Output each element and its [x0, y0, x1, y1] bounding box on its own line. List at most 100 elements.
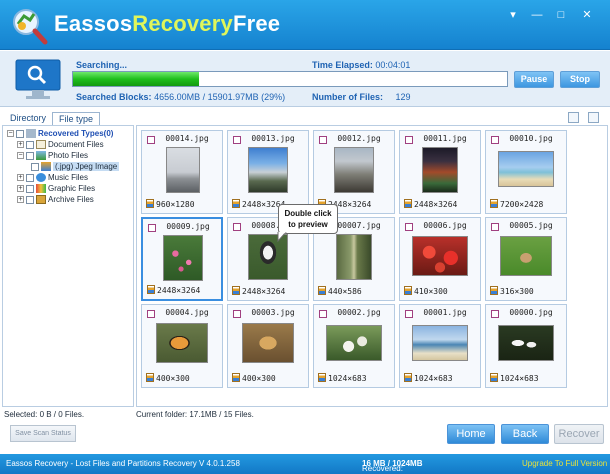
file-checkbox[interactable] [405, 136, 413, 144]
scan-panel: Searching... Time Elapsed: 00:04:01 Paus… [0, 51, 610, 107]
collapse-icon[interactable]: − [7, 130, 14, 137]
jpg-file-icon [232, 199, 240, 208]
recover-button[interactable]: Recover [554, 424, 604, 444]
tree-checkbox[interactable] [26, 151, 34, 160]
file-checkbox[interactable] [491, 136, 499, 144]
jpeg-icon [41, 162, 51, 171]
file-thumbnail[interactable]: 00011.jpg 2448×3264 [399, 130, 481, 214]
file-thumbnail[interactable]: 00013.jpg 2448×3264 [227, 130, 309, 214]
file-checkbox[interactable] [233, 136, 241, 144]
stop-button[interactable]: Stop [560, 71, 600, 88]
tree-item-archive[interactable]: + Archive Files [17, 194, 94, 205]
file-checkbox[interactable] [147, 136, 155, 144]
tree-item-music[interactable]: + Music Files [17, 172, 88, 183]
file-thumbnail[interactable]: 00005.jpg 316×300 [485, 217, 567, 301]
preview-tooltip: Double click to preview [278, 204, 338, 234]
expand-icon[interactable]: + [17, 185, 24, 192]
close-icon[interactable]: ✕ [578, 8, 596, 22]
file-thumbnail[interactable]: 00003.jpg 400×300 [227, 304, 309, 388]
file-checkbox[interactable] [405, 223, 413, 231]
file-checkbox[interactable] [319, 136, 327, 144]
file-image [500, 236, 552, 276]
tree-item-graphic[interactable]: + Graphic Files [17, 183, 95, 194]
upgrade-link[interactable]: Upgrade To Full Version [522, 459, 607, 468]
jpg-file-icon [404, 199, 412, 208]
file-image [156, 323, 208, 363]
tree-item-jpeg[interactable]: (.jpg) Jpeg Image [31, 161, 120, 172]
menu-dropdown-icon[interactable]: ▾ [504, 8, 522, 22]
minimize-icon[interactable]: — [528, 8, 546, 22]
file-thumbnail[interactable]: 00006.jpg 410×300 [399, 217, 481, 301]
searched-blocks: Searched Blocks: 4656.00MB / 15901.97MB … [76, 92, 285, 102]
current-folder-status: Current folder: 17.1MB / 15 Files. [136, 410, 254, 419]
file-checkbox[interactable] [405, 310, 413, 318]
thumbnail-grid: 00014.jpg 960×1280 00013.jpg 2448×3264 0… [136, 125, 608, 407]
file-checkbox[interactable] [233, 310, 241, 318]
expand-icon[interactable]: + [17, 196, 24, 203]
footer-bar: Eassos Recovery - Lost Files and Partiti… [0, 454, 610, 474]
file-checkbox[interactable] [147, 310, 155, 318]
jpg-file-icon [318, 286, 326, 295]
tree-checkbox[interactable] [26, 195, 34, 204]
tree-item-photo[interactable]: − Photo Files [17, 150, 88, 161]
tree-root-label: Recovered Types(0) [38, 129, 114, 138]
expand-icon[interactable]: + [17, 174, 24, 181]
file-thumbnail[interactable]: 00014.jpg 960×1280 [141, 130, 223, 214]
graphic-icon [36, 184, 46, 193]
tab-file-type[interactable]: File type [52, 112, 101, 125]
tree-checkbox[interactable] [26, 140, 34, 149]
tree-item-label: (.jpg) Jpeg Image [53, 162, 120, 171]
file-thumbnail[interactable]: 00000.jpg 1024×683 [485, 304, 567, 388]
jpg-file-icon [404, 286, 412, 295]
archive-icon [36, 195, 46, 204]
searched-blocks-label: Searched Blocks: [76, 92, 152, 102]
tree-checkbox[interactable] [26, 184, 34, 193]
back-button[interactable]: Back [501, 424, 549, 444]
file-thumbnail[interactable]: 00012.jpg 2448×3264 [313, 130, 395, 214]
file-image [422, 147, 458, 193]
photo-icon [36, 151, 46, 160]
file-name: 00011.jpg [423, 134, 467, 143]
tree-item-document[interactable]: + Document Files [17, 139, 104, 150]
file-checkbox[interactable] [319, 310, 327, 318]
view-tabs: Directory File type [0, 110, 610, 125]
jpg-file-icon [318, 373, 326, 382]
pause-button[interactable]: Pause [514, 71, 554, 88]
file-image [242, 323, 294, 363]
tree-item-label: Graphic Files [48, 184, 96, 193]
file-thumbnail[interactable]: 00010.jpg 7200×2428 [485, 130, 567, 214]
tree-checkbox[interactable] [16, 129, 24, 138]
file-thumbnail[interactable]: 00001.jpg 1024×683 [399, 304, 481, 388]
list-view-icon[interactable] [588, 112, 599, 123]
expand-icon[interactable]: + [17, 141, 24, 148]
file-name: 00004.jpg [165, 308, 209, 317]
magnifier-logo-icon [13, 9, 48, 45]
document-icon [36, 140, 46, 149]
thumbnail-view-icon[interactable] [568, 112, 579, 123]
file-checkbox[interactable] [491, 223, 499, 231]
recovered-label: Recovered: [362, 464, 403, 473]
save-scan-status-button[interactable]: Save Scan Status [10, 425, 76, 442]
file-checkbox[interactable] [233, 223, 241, 231]
tree-root[interactable]: − Recovered Types(0) [7, 128, 113, 139]
file-resolution: 316×300 [500, 287, 534, 296]
file-thumbnail-selected[interactable]: 00009.jpg 2448×3264 [141, 217, 223, 301]
file-name: 00000.jpg [509, 308, 553, 317]
monitor-search-icon [15, 59, 61, 99]
file-checkbox[interactable] [148, 224, 156, 232]
tab-directory[interactable]: Directory [4, 112, 52, 125]
file-checkbox[interactable] [491, 310, 499, 318]
home-button[interactable]: Home [447, 424, 495, 444]
tree-checkbox[interactable] [31, 162, 39, 171]
tree-checkbox[interactable] [26, 173, 34, 182]
file-resolution: 1024×683 [328, 374, 367, 383]
jpg-file-icon [147, 285, 155, 294]
file-thumbnail[interactable]: 00002.jpg 1024×683 [313, 304, 395, 388]
file-image [326, 325, 382, 361]
collapse-icon[interactable]: − [17, 152, 24, 159]
maximize-icon[interactable]: □ [552, 8, 570, 22]
tree-item-label: Document Files [48, 140, 104, 149]
jpg-file-icon [232, 373, 240, 382]
jpg-file-icon [490, 373, 498, 382]
file-thumbnail[interactable]: 00004.jpg 400×300 [141, 304, 223, 388]
